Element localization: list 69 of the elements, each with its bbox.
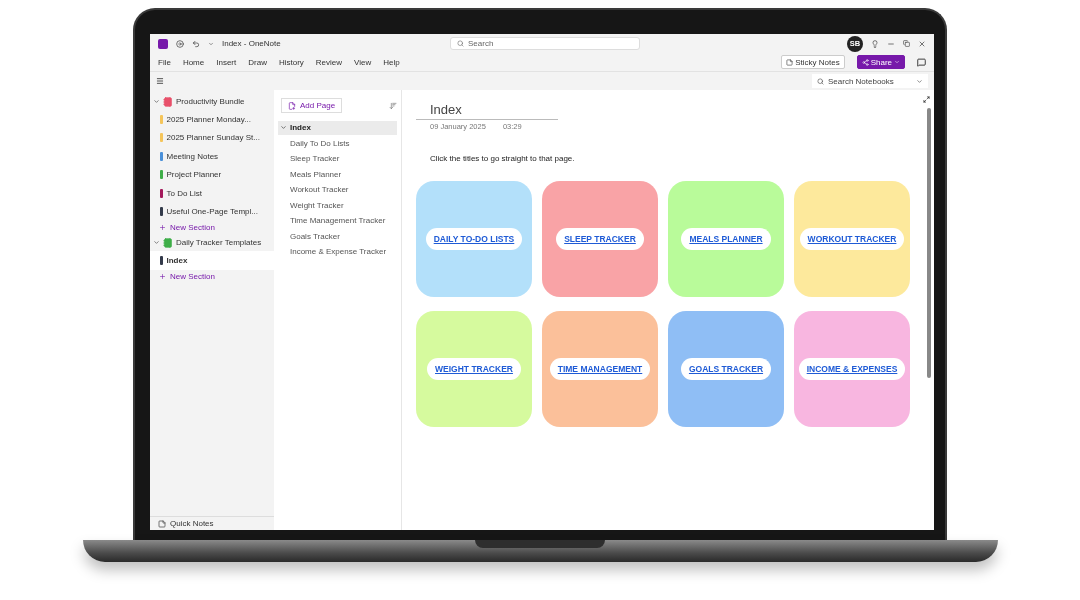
menu-tab[interactable]: Draw xyxy=(248,57,267,67)
share-button[interactable]: Share xyxy=(856,55,905,69)
search-icon xyxy=(817,77,824,85)
page-item[interactable]: Index xyxy=(278,120,397,135)
menu-tab[interactable]: View xyxy=(354,57,372,67)
tracker-link[interactable]: TIME MANAGEMENT xyxy=(549,358,651,380)
notebook-row[interactable]: Productivity Bundle xyxy=(150,93,274,110)
window-title: Index - OneNote xyxy=(222,39,281,48)
menu-tab[interactable]: Help xyxy=(383,57,400,67)
new-section-link[interactable]: New Section xyxy=(150,269,274,283)
feedback-icon[interactable] xyxy=(917,57,926,67)
section-row[interactable]: 2025 Planner Sunday St... xyxy=(150,128,274,147)
subpage-item[interactable]: Income & Expense Tracker xyxy=(278,244,397,259)
subpage-item[interactable]: Goals Tracker xyxy=(278,229,397,243)
note-icon xyxy=(158,519,166,528)
subpage-item[interactable]: Meals Planner xyxy=(278,167,397,181)
search-icon xyxy=(457,40,464,47)
chevron-icon[interactable] xyxy=(153,98,160,105)
section-row[interactable]: To Do List xyxy=(150,184,274,203)
tracker-link[interactable]: SLEEP TRACKER xyxy=(556,228,644,250)
instruction-text: Click the titles to go straight to that page. xyxy=(430,154,576,163)
section-row[interactable]: Useful One-Page Templ... xyxy=(150,202,274,221)
note-icon xyxy=(786,58,794,66)
caret-icon[interactable] xyxy=(208,40,214,47)
notebook-search-field[interactable]: Search Notebooks xyxy=(812,74,928,88)
menu-tab[interactable]: Insert xyxy=(216,57,237,67)
tracker-link[interactable]: INCOME & EXPENSES xyxy=(798,358,906,380)
add-page-button[interactable]: Add Page xyxy=(281,98,343,113)
sort-icon[interactable] xyxy=(389,101,397,110)
tracker-link[interactable]: WEIGHT TRACKER xyxy=(427,358,521,380)
quick-notes-item[interactable]: Quick Notes xyxy=(150,516,274,530)
tracker-link[interactable]: DAILY TO-DO LISTS xyxy=(425,228,523,250)
menu-icon[interactable] xyxy=(156,77,164,85)
scrollbar[interactable] xyxy=(927,108,931,378)
section-row[interactable]: Meeting Notes xyxy=(150,147,274,166)
sticky-notes-button[interactable]: Sticky Notes xyxy=(781,55,845,69)
subpage-item[interactable]: Workout Tracker xyxy=(278,182,397,197)
tracker-link[interactable]: MEALS PLANNER xyxy=(681,228,771,250)
new-section-link[interactable]: New Section xyxy=(150,221,274,234)
caret-icon xyxy=(916,77,923,85)
undo-icon[interactable] xyxy=(192,39,200,48)
menu-tab[interactable]: Home xyxy=(182,57,205,67)
search-field[interactable]: Search xyxy=(450,37,640,50)
lightbulb-icon[interactable] xyxy=(871,39,879,48)
menu-tab[interactable]: File xyxy=(158,57,171,67)
notebook-row[interactable]: Daily Tracker Templates xyxy=(150,234,274,251)
share-icon xyxy=(861,58,869,66)
plus-icon xyxy=(159,272,166,280)
app-logo-icon xyxy=(158,38,168,49)
chevron-icon[interactable] xyxy=(153,239,160,246)
tracker-link[interactable]: WORKOUT TRACKER xyxy=(799,228,905,250)
menu-tab[interactable]: History xyxy=(278,57,304,67)
plus-icon xyxy=(159,224,166,231)
section-row[interactable]: Project Planner xyxy=(150,165,274,184)
tracker-link[interactable]: GOALS TRACKER xyxy=(680,358,772,380)
close-icon[interactable] xyxy=(918,39,926,48)
restore-icon[interactable] xyxy=(903,40,910,47)
expand-icon[interactable] xyxy=(923,96,930,103)
page-plus-icon xyxy=(288,101,296,110)
section-row[interactable]: Index xyxy=(150,251,274,270)
section-row[interactable]: 2025 Planner Monday... xyxy=(150,110,274,129)
caret-icon xyxy=(894,59,900,65)
menu-tab[interactable]: Review xyxy=(315,57,343,67)
page-title: Index xyxy=(416,102,558,120)
subpage-item[interactable]: Sleep Tracker xyxy=(278,151,397,166)
subpage-item[interactable]: Time Management Tracker xyxy=(278,213,397,228)
chevron-icon xyxy=(280,124,287,131)
subpage-item[interactable]: Daily To Do Lists xyxy=(278,136,397,150)
subpage-item[interactable]: Weight Tracker xyxy=(278,198,397,212)
